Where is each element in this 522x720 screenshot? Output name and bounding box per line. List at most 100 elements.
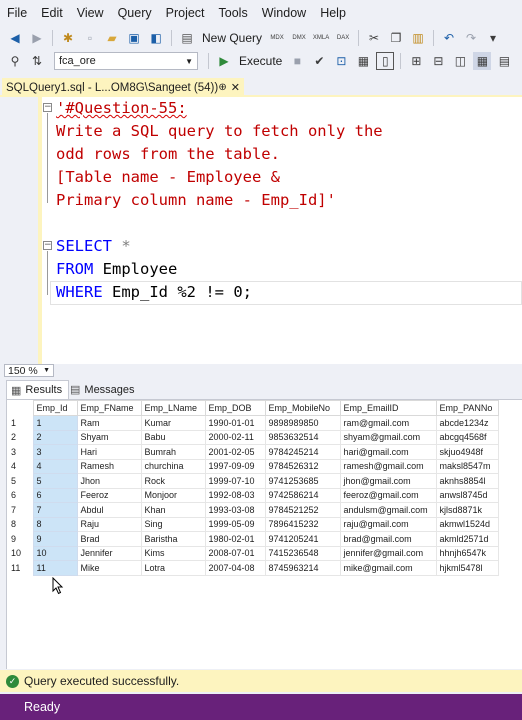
dax-query-icon[interactable]: DAX (334, 29, 352, 47)
new-query-button[interactable]: New Query (202, 31, 262, 45)
table-cell[interactable]: Jhon (76, 473, 142, 489)
execute-icon[interactable]: ▶ (215, 52, 233, 70)
table-cell[interactable]: Raju (76, 516, 142, 532)
table-cell[interactable]: kjlsd8871k (435, 502, 499, 518)
row-number[interactable]: 9 (7, 532, 33, 547)
table-cell[interactable]: 9741253685 (264, 473, 341, 489)
table-cell[interactable]: Babu (140, 429, 206, 445)
table-cell[interactable]: abcde1234z (435, 415, 499, 431)
open-file-icon[interactable]: ▰ (103, 29, 121, 47)
table-cell[interactable]: 2008-07-01 (204, 545, 266, 561)
collapse-icon[interactable]: − (43, 103, 52, 112)
zoom-select[interactable]: 150 % ▼ (4, 364, 54, 377)
menu-help[interactable]: Help (315, 6, 355, 20)
change-connection-icon[interactable]: ⇅ (28, 52, 46, 70)
table-cell[interactable]: churchina (140, 458, 206, 474)
table-cell[interactable]: 1999-07-10 (204, 473, 266, 489)
row-number[interactable]: 7 (7, 503, 33, 518)
table-row[interactable]: 4 4 Ramesh churchina 1997-09-09 9784526312 ram… (7, 458, 499, 474)
column-header[interactable]: Emp_PANNo (435, 400, 499, 416)
menu-file[interactable]: File (2, 6, 36, 20)
table-cell[interactable]: aknhs8854l (435, 473, 499, 489)
table-cell[interactable]: 2000-02-11 (204, 429, 266, 445)
table-cell[interactable]: hhnjh6547k (435, 545, 499, 561)
add-item-icon[interactable]: ▫ (81, 29, 99, 47)
table-cell[interactable]: 9784245214 (264, 444, 341, 460)
table-cell[interactable]: 9 (32, 531, 78, 547)
table-cell[interactable]: 4 (32, 458, 78, 474)
table-cell[interactable]: Rock (140, 473, 206, 489)
table-cell[interactable]: hari@gmail.com (339, 444, 437, 460)
table-row[interactable]: 8 8 Raju Sing 1999-05-09 7896415232 raju@gmail… (7, 516, 499, 532)
back-icon[interactable]: ◀ (6, 29, 24, 47)
tab-results[interactable]: ▦ Results (6, 380, 70, 399)
table-cell[interactable]: jhon@gmail.com (339, 473, 437, 489)
table-cell[interactable]: Mike (76, 560, 142, 576)
menu-view[interactable]: View (72, 6, 113, 20)
parse-icon[interactable]: ✔ (310, 52, 328, 70)
table-cell[interactable]: 1980-02-01 (204, 531, 266, 547)
row-number[interactable]: 11 (7, 561, 33, 576)
row-number[interactable]: 10 (7, 546, 33, 561)
table-cell[interactable]: 2007-04-08 (204, 560, 266, 576)
results-to-text-icon[interactable]: ▦ (354, 52, 372, 70)
table-cell[interactable]: 9741205241 (264, 531, 341, 547)
save-all-icon[interactable]: ◧ (147, 29, 165, 47)
table-cell[interactable]: hjkml5478l (435, 560, 499, 576)
table-cell[interactable]: 1999-05-09 (204, 516, 266, 532)
table-cell[interactable]: 8745963214 (264, 560, 341, 576)
execute-button[interactable]: Execute (239, 54, 282, 68)
menu-window[interactable]: Window (257, 6, 315, 20)
column-header[interactable]: Emp_DOB (204, 400, 266, 416)
table-cell[interactable]: 2 (32, 429, 78, 445)
results-grid[interactable]: Emp_Id Emp_FName Emp_LName Emp_DOB Emp_M… (6, 399, 522, 669)
paste-icon[interactable]: ▥ (409, 29, 427, 47)
row-number[interactable]: 8 (7, 517, 33, 532)
table-cell[interactable]: 9784521252 (264, 502, 341, 518)
pin-icon[interactable]: ⊕ (218, 82, 226, 93)
new-query-icon[interactable]: ▤ (178, 29, 196, 47)
table-cell[interactable]: Monjoor (140, 487, 206, 503)
row-number[interactable]: 5 (7, 474, 33, 489)
more-icon[interactable]: ▾ (484, 29, 502, 47)
table-cell[interactable]: jennifer@gmail.com (339, 545, 437, 561)
table-cell[interactable]: skjuo4948f (435, 444, 499, 460)
table-cell[interactable]: Brad (76, 531, 142, 547)
row-number[interactable]: 3 (7, 445, 33, 460)
copy-icon[interactable]: ❐ (387, 29, 405, 47)
results-to-grid-icon[interactable]: ▦ (473, 52, 492, 70)
column-header[interactable]: Emp_LName (140, 400, 206, 416)
column-header[interactable]: Emp_Id (32, 400, 78, 416)
results-to-file-icon[interactable]: ▤ (495, 52, 513, 70)
query-options-icon[interactable]: ▯ (376, 52, 395, 70)
row-number[interactable]: 4 (7, 459, 33, 474)
table-cell[interactable]: 9784526312 (264, 458, 341, 474)
redo-icon[interactable]: ↷ (462, 29, 480, 47)
table-row[interactable]: 2 2 Shyam Babu 2000-02-11 9853632514 shyam@gma… (7, 429, 499, 445)
table-row[interactable]: 11 11 Mike Lotra 2007-04-08 8745963214 mike@gm… (7, 560, 499, 576)
table-cell[interactable]: Lotra (140, 560, 206, 576)
table-cell[interactable]: Ramesh (76, 458, 142, 474)
table-cell[interactable]: 10 (32, 545, 78, 561)
table-cell[interactable]: abcgq4568f (435, 429, 499, 445)
menu-edit[interactable]: Edit (36, 6, 72, 20)
table-row[interactable]: 5 5 Jhon Rock 1999-07-10 9741253685 jhon@gmail… (7, 473, 499, 489)
table-cell[interactable]: maksl8547m (435, 458, 499, 474)
estimated-plan-icon[interactable]: ⊞ (407, 52, 425, 70)
table-cell[interactable]: andulsm@gmail.com (339, 502, 437, 518)
row-number[interactable]: 2 (7, 430, 33, 445)
table-cell[interactable]: Ram (76, 415, 142, 431)
query-editor[interactable]: − − '#Question-55: Write a SQL query to … (0, 97, 522, 364)
table-cell[interactable]: raju@gmail.com (339, 516, 437, 532)
dmx-query-icon[interactable]: DMX (290, 29, 308, 47)
column-header[interactable]: Emp_MobileNo (264, 400, 341, 416)
tab-messages[interactable]: ▤ Messages (66, 380, 141, 399)
table-cell[interactable]: Sing (140, 516, 206, 532)
table-cell[interactable]: 2001-02-05 (204, 444, 266, 460)
new-project-icon[interactable]: ✱ (59, 29, 77, 47)
menu-tools[interactable]: Tools (214, 6, 257, 20)
table-cell[interactable]: Kims (140, 545, 206, 561)
table-cell[interactable]: 9898989850 (264, 415, 341, 431)
client-stats-icon[interactable]: ◫ (451, 52, 469, 70)
table-cell[interactable]: feeroz@gmail.com (339, 487, 437, 503)
